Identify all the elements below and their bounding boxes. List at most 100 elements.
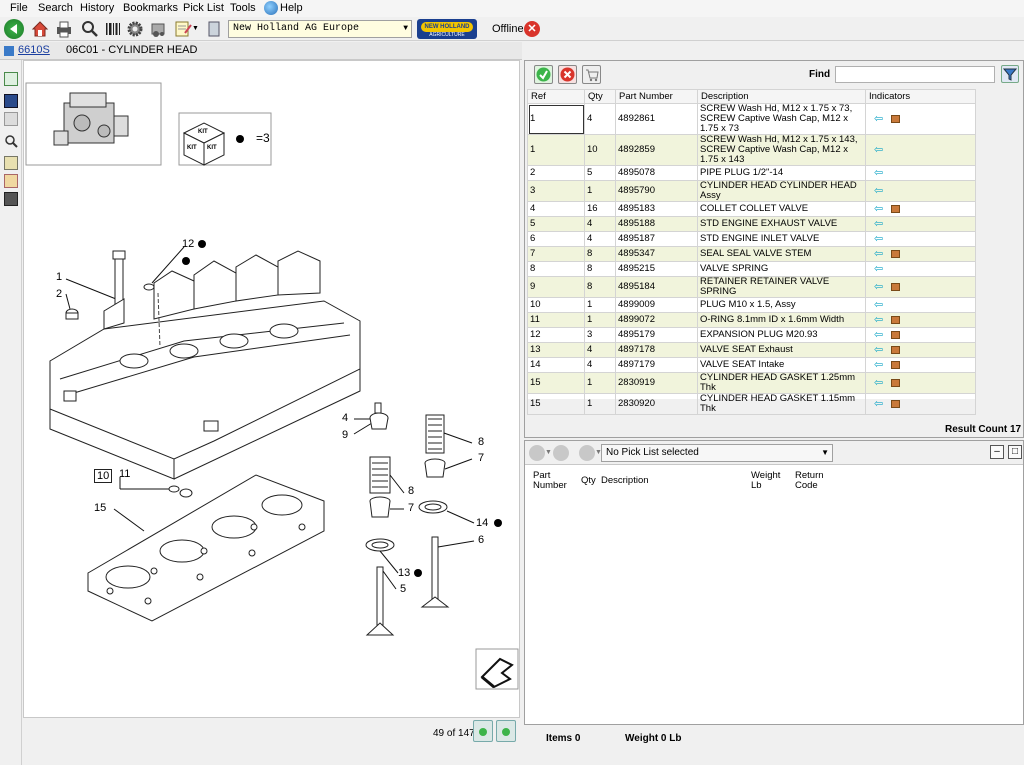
menu-help[interactable]: Help [280, 2, 303, 14]
model-link[interactable]: 6610S [18, 44, 50, 56]
reject-button[interactable] [558, 65, 577, 84]
arrow-left-icon[interactable]: ⇦ [874, 344, 883, 355]
menu-bookmarks[interactable]: Bookmarks [123, 2, 178, 14]
package-icon[interactable] [891, 360, 901, 369]
table-row[interactable]: 12 3 4895179 EXPANSION PLUG M20.93 ⇦ [527, 327, 976, 343]
table-row[interactable]: 11 1 4899072 O-RING 8.1mm ID x 1.6mm Width ⇦ [527, 312, 976, 328]
table-row[interactable]: 1 10 4892859 SCREW Wash Hd, M12 x 1.75 x 14… [527, 134, 976, 166]
callout-14[interactable]: 14 [476, 517, 488, 529]
offline-icon[interactable]: ✕ [524, 21, 540, 37]
menu-tools[interactable]: Tools [230, 2, 256, 14]
minimize-button[interactable]: – [990, 445, 1004, 459]
cart-dropdown-icon[interactable]: ▼ [545, 449, 552, 456]
package-icon[interactable] [891, 114, 901, 123]
callout-12[interactable]: 12 [182, 238, 194, 250]
zoom-icon[interactable] [4, 134, 18, 148]
text-tool-icon[interactable] [4, 156, 18, 170]
table-row[interactable]: 5 4 4895188 STD ENGINE EXHAUST VALVE ⇦ [527, 216, 976, 232]
arrow-left-icon[interactable]: ⇦ [874, 185, 883, 196]
table-row[interactable]: 8 8 4895215 VALVE SPRING ⇦ [527, 261, 976, 277]
callout-8-upper[interactable]: 8 [478, 436, 484, 448]
arrow-left-icon[interactable]: ⇦ [874, 233, 883, 244]
callout-5[interactable]: 5 [400, 583, 406, 595]
print-diagram-icon[interactable] [4, 112, 18, 126]
callout-15[interactable]: 15 [94, 502, 106, 514]
refresh-icon[interactable] [4, 72, 18, 86]
table-row[interactable]: 6 4 4895187 STD ENGINE INLET VALVE ⇦ [527, 231, 976, 247]
arrow-left-icon[interactable]: ⇦ [874, 359, 883, 370]
menu-pick-list[interactable]: Pick List [183, 2, 224, 14]
package-icon[interactable] [891, 249, 901, 258]
add-icon[interactable] [579, 445, 595, 461]
package-icon[interactable] [891, 378, 901, 387]
table-row[interactable]: 14 4 4897179 VALVE SEAT Intake ⇦ [527, 357, 976, 373]
arrow-left-icon[interactable]: ⇦ [874, 263, 883, 274]
highlight-icon[interactable] [4, 174, 18, 188]
callout-4[interactable]: 4 [342, 412, 348, 424]
arrow-left-icon[interactable]: ⇦ [874, 113, 883, 124]
callout-13[interactable]: 13 [398, 567, 410, 579]
home-icon[interactable] [30, 19, 50, 39]
arrow-left-icon[interactable]: ⇦ [874, 167, 883, 178]
pick-column-weight[interactable]: Weight Lb [751, 471, 785, 491]
column-part-number[interactable]: Part Number [615, 89, 698, 104]
table-row[interactable]: 15 1 2830920 CYLINDER HEAD GASKET 1.15mm Th… [527, 393, 976, 415]
notes-icon[interactable] [173, 19, 193, 39]
table-row[interactable]: 4 16 4895183 COLLET COLLET VALVE ⇦ [527, 201, 976, 217]
arrow-left-icon[interactable]: ⇦ [874, 377, 883, 388]
next-page-button[interactable] [496, 720, 516, 742]
callout-6[interactable]: 6 [478, 534, 484, 546]
cart-icon[interactable] [529, 445, 545, 461]
arrow-left-icon[interactable]: ⇦ [874, 299, 883, 310]
package-icon[interactable] [891, 399, 901, 408]
pick-list-select[interactable]: No Pick List selected ▼ [601, 444, 833, 462]
arrow-left-icon[interactable]: ⇦ [874, 281, 883, 292]
package-icon[interactable] [891, 330, 901, 339]
pick-column-return-code[interactable]: Return Code [795, 471, 829, 491]
callout-2[interactable]: 2 [56, 288, 62, 300]
arrow-left-icon[interactable]: ⇦ [874, 203, 883, 214]
find-input[interactable] [835, 66, 995, 83]
machine-icon[interactable] [148, 19, 168, 39]
callout-7-upper[interactable]: 7 [478, 452, 484, 464]
exploded-diagram[interactable]: KIT KIT KIT 1 2 12 4 9 8 7 8 7 10 11 15 … [23, 60, 520, 718]
gear-icon[interactable] [125, 19, 145, 39]
callout-9[interactable]: 9 [342, 429, 348, 441]
callout-1[interactable]: 1 [56, 271, 62, 283]
accept-button[interactable] [534, 65, 553, 84]
arrow-left-icon[interactable]: ⇦ [874, 398, 883, 409]
column-indicators[interactable]: Indicators [865, 89, 976, 104]
arrow-left-icon[interactable]: ⇦ [874, 144, 883, 155]
arrow-left-icon[interactable]: ⇦ [874, 248, 883, 259]
callout-7-lower[interactable]: 7 [408, 502, 414, 514]
package-icon[interactable] [891, 315, 901, 324]
column-ref[interactable]: Ref [527, 89, 585, 104]
menu-search[interactable]: Search [38, 2, 73, 14]
column-qty[interactable]: Qty [584, 89, 616, 104]
arrow-left-icon[interactable]: ⇦ [874, 314, 883, 325]
table-row[interactable]: 1 4 4892861 SCREW Wash Hd, M12 x 1.75 x 73,… [527, 103, 976, 135]
arrow-left-icon[interactable]: ⇦ [874, 218, 883, 229]
menu-file[interactable]: File [10, 2, 28, 14]
print-icon[interactable] [54, 19, 74, 39]
callout-10[interactable]: 10 [94, 469, 113, 483]
barcode-icon[interactable] [103, 19, 123, 39]
add-to-cart-button[interactable] [582, 65, 601, 84]
arrow-left-icon[interactable]: ⇦ [874, 329, 883, 340]
region-select[interactable]: New Holland AG Europe ▼ [228, 20, 412, 38]
magnifier-icon[interactable] [80, 19, 100, 39]
pick-column-part-number[interactable]: Part Number [533, 471, 577, 491]
callout-11[interactable]: 11 [119, 468, 130, 480]
table-row[interactable]: 13 4 4897178 VALVE SEAT Exhaust ⇦ [527, 342, 976, 358]
table-row[interactable]: 3 1 4895790 CYLINDER HEAD CYLINDER HEAD Ass… [527, 180, 976, 202]
previous-page-button[interactable] [473, 720, 493, 742]
fit-icon[interactable] [4, 192, 18, 206]
package-icon[interactable] [891, 204, 901, 213]
table-row[interactable]: 10 1 4899009 PLUG M10 x 1.5, Assy ⇦ [527, 297, 976, 313]
table-row[interactable]: 7 8 4895347 SEAL SEAL VALVE STEM ⇦ [527, 246, 976, 262]
column-description[interactable]: Description [697, 89, 866, 104]
callout-8-lower[interactable]: 8 [408, 485, 414, 497]
save-icon[interactable] [4, 94, 18, 108]
remove-icon[interactable] [553, 445, 569, 461]
table-row[interactable]: 15 1 2830919 CYLINDER HEAD GASKET 1.25mm Th… [527, 372, 976, 394]
